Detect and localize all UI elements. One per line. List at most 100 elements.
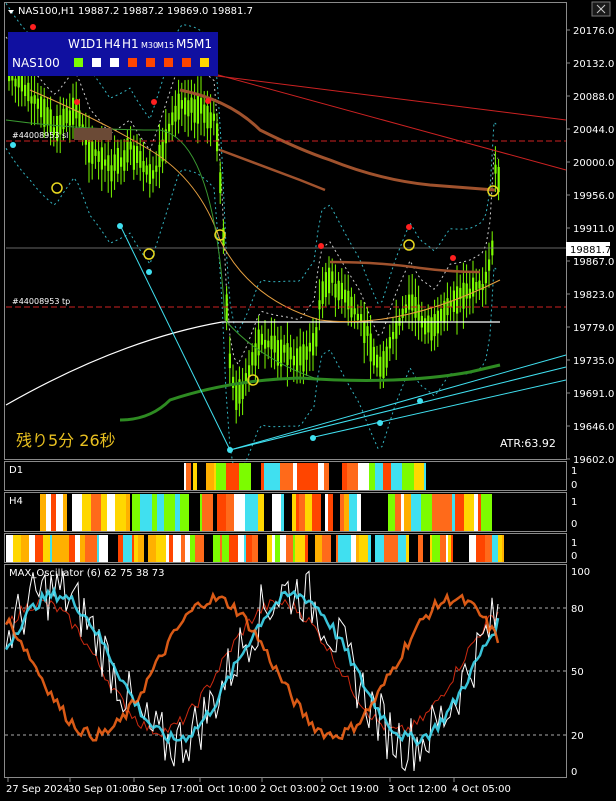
h1-strip-bar (418, 535, 423, 562)
candle-body (260, 333, 263, 345)
h4-strip-bar (489, 494, 492, 531)
candle-body (340, 282, 343, 300)
timeframe-m1[interactable]: M1 (194, 37, 212, 51)
h4-strip-bar (236, 494, 245, 531)
candle-body (110, 165, 113, 182)
trading-chart[interactable]: NAS100,H1 19887.2 19887.2 19869.0 19881.… (0, 0, 616, 801)
h1-strip-bar (195, 535, 199, 562)
candle-body (440, 308, 443, 322)
timeframe-h1[interactable]: H1 (122, 37, 139, 51)
h1-strip-bar (448, 535, 451, 562)
time-tick-label: 30 Sep 01:00 (68, 784, 135, 795)
timeframe-h4[interactable]: H4 (104, 37, 121, 51)
h1-strip-bar (199, 535, 204, 562)
h4-strip-bar (67, 494, 72, 531)
candle-body (14, 78, 17, 87)
candle-body (43, 99, 46, 127)
d1-strip-bar (347, 463, 358, 490)
h4-strip-bar (84, 494, 89, 531)
h1-strip-bar (110, 535, 118, 562)
h4-strip-bar (305, 494, 312, 531)
timeframe-swatch-5 (146, 58, 155, 67)
sell-signal-dot (74, 99, 80, 105)
price-tick-label: 19646.0 (573, 422, 614, 433)
h1-strip-bar (423, 535, 430, 562)
h4-strip-bar (411, 494, 421, 531)
timeframe-w1[interactable]: W1 (68, 37, 88, 51)
h4-strip-bar (395, 494, 401, 531)
h4-strip-bar (264, 494, 272, 531)
price-tick-label: 19735.0 (573, 356, 614, 367)
h4-strip-bar (404, 494, 411, 531)
h1-strip-bar (303, 535, 305, 562)
candle-body (152, 170, 155, 179)
d1-strip-bar (293, 463, 297, 490)
h4-strip-bar (152, 494, 157, 531)
candle-body (283, 344, 286, 353)
oscillator-panel[interactable] (4, 564, 567, 778)
candle-body (196, 95, 199, 124)
d1-tick-0: 0 (571, 480, 577, 491)
d1-strip-bar (383, 463, 391, 490)
close-icon[interactable] (591, 1, 611, 17)
support-trend-line-2 (229, 354, 567, 451)
h1-strip-bar (50, 535, 52, 562)
timeframe-m5[interactable]: M5 (176, 37, 194, 51)
h1-strip-bar (451, 535, 453, 562)
d1-strip-bar (280, 463, 293, 490)
candle-body (107, 155, 110, 171)
dropdown-triangle-icon[interactable] (8, 10, 14, 14)
candle-body (388, 337, 391, 349)
h1-strip-bar (502, 535, 504, 562)
candle-body (494, 164, 497, 174)
h4-strip-bar (349, 494, 357, 531)
timeframe-d1[interactable]: D1 (86, 37, 103, 51)
current-price-value: 19881.7 (570, 245, 611, 256)
h1-strip-bar (295, 535, 303, 562)
candle-body (392, 331, 395, 340)
candle-body (33, 95, 36, 104)
support-dot (10, 142, 16, 148)
signal-circle (143, 248, 155, 260)
candle-body (382, 351, 385, 378)
support-dot (117, 223, 123, 229)
candle-body (228, 353, 231, 369)
h1-strip-bar (453, 535, 460, 562)
d1-panel-label: D1 (9, 465, 23, 476)
h4-strip-bar (60, 494, 63, 531)
candle-body (219, 172, 222, 194)
candle-body (289, 347, 292, 360)
timeframe-m30[interactable]: M30 (141, 41, 158, 50)
candle-body (212, 113, 215, 121)
candle-body (408, 294, 411, 310)
h4-strip-bar (101, 494, 107, 531)
h4-strip-bar (180, 494, 189, 531)
candle-body (200, 97, 203, 114)
candle-body (177, 93, 180, 120)
h1-strip-bar (371, 535, 375, 562)
h1-strip-bar (246, 535, 249, 562)
orange-ma-line (29, 89, 501, 323)
candle-body (244, 373, 247, 382)
h1-strip-bar (173, 535, 179, 562)
time-tick-label: 30 Sep 17:00 (132, 784, 199, 795)
candle-body (36, 98, 39, 109)
h1-strip-bar (166, 535, 169, 562)
candle-body (331, 271, 334, 283)
h4-strip-bar (372, 494, 382, 531)
h1-strip-bar (379, 535, 384, 562)
h1-strip-bar (13, 535, 21, 562)
timeframe-m15[interactable]: M15 (157, 41, 174, 50)
candle-body (411, 294, 414, 311)
candle-body (280, 339, 283, 367)
h1-strip-bar (159, 535, 166, 562)
h4-strip-bar (200, 494, 202, 531)
candle-body (235, 384, 238, 410)
h4-strip-bar (344, 494, 349, 531)
candle-body (273, 335, 276, 353)
price-tick-label: 19867.0 (573, 257, 614, 268)
h4-strip-bar (80, 494, 82, 531)
candle-body (148, 164, 151, 184)
h1-strip-bar (69, 535, 75, 562)
d1-strip-bar (369, 463, 375, 490)
